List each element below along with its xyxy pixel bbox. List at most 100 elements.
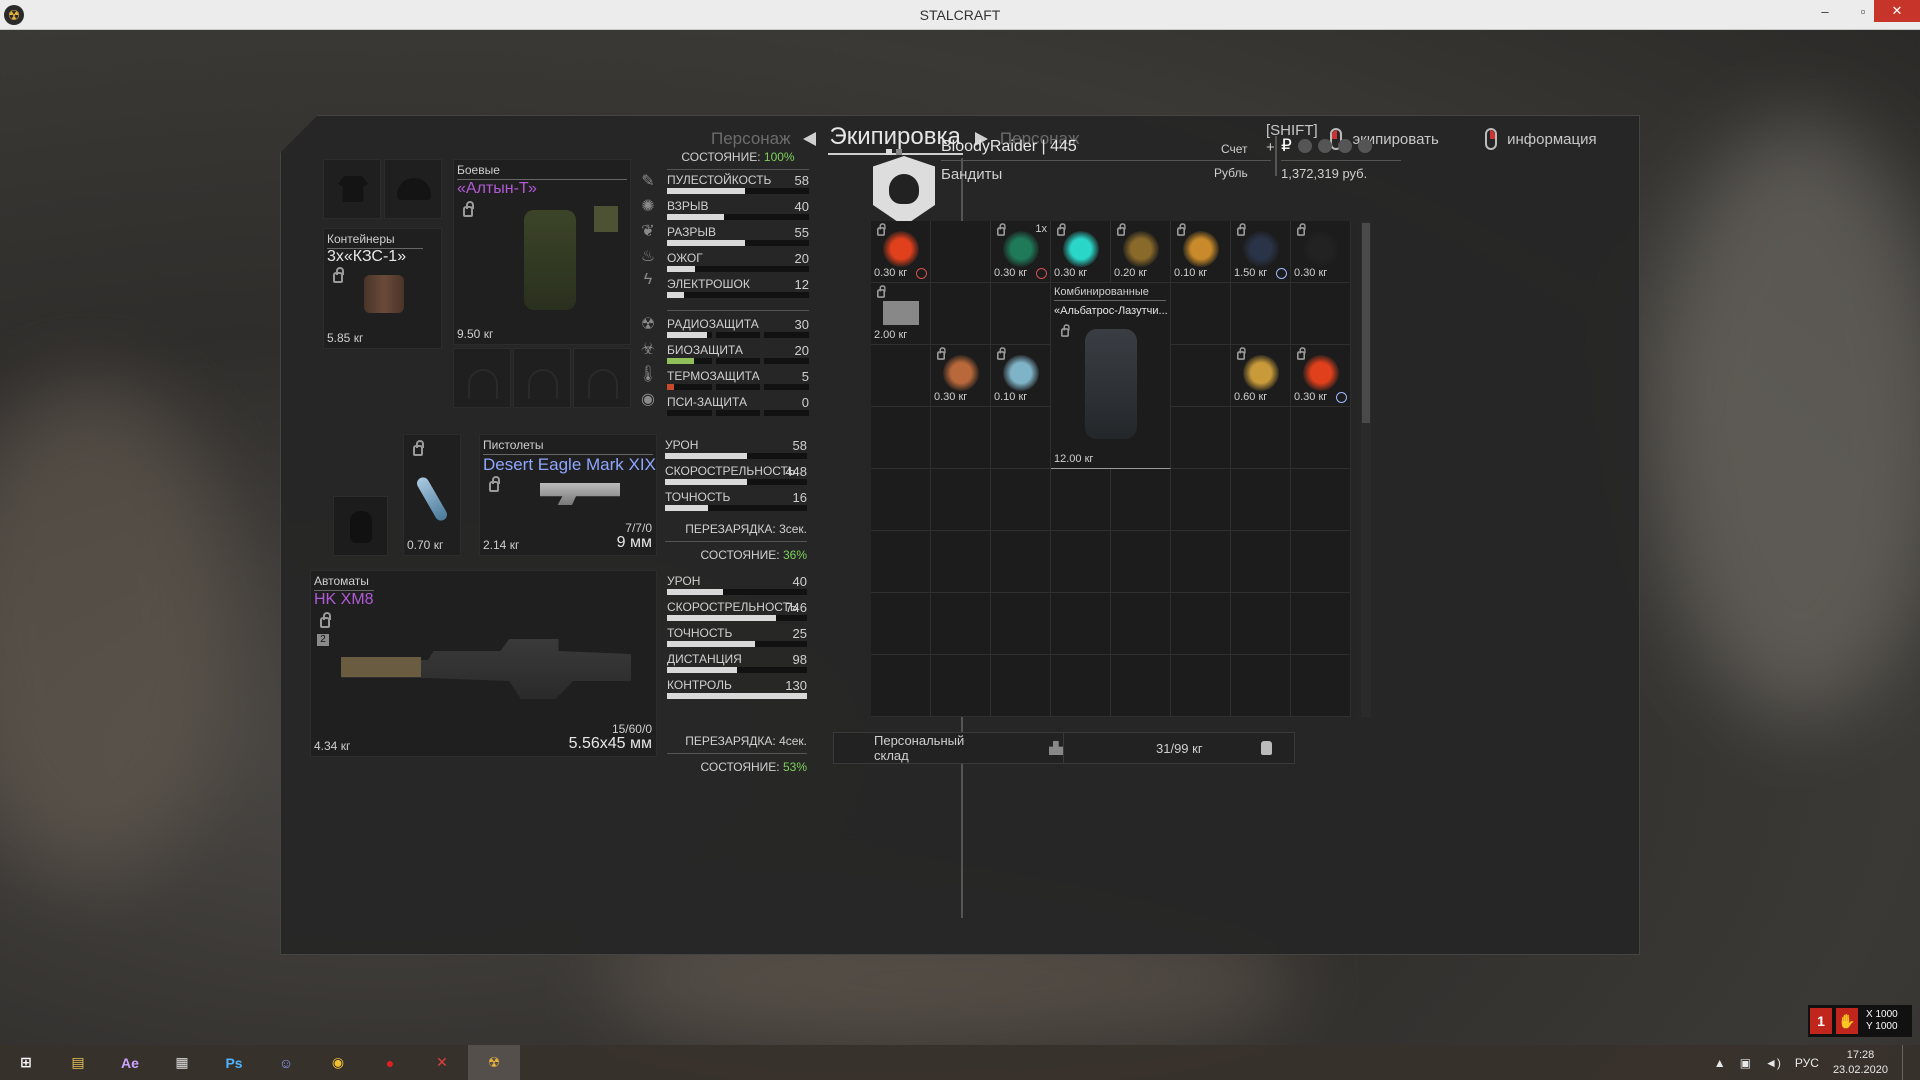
inventory-cell[interactable] bbox=[1051, 531, 1111, 593]
inventory-cell[interactable] bbox=[1231, 531, 1291, 593]
inventory-cell[interactable] bbox=[1051, 593, 1111, 655]
inventory-cell[interactable] bbox=[991, 407, 1051, 469]
inventory-cell[interactable] bbox=[931, 407, 991, 469]
explorer-taskbar-button[interactable]: ▤ bbox=[52, 1045, 104, 1080]
discord-taskbar-button[interactable]: ☺ bbox=[260, 1045, 312, 1080]
inventory-cell[interactable] bbox=[991, 469, 1051, 531]
inventory-cell[interactable] bbox=[1291, 531, 1351, 593]
recorder-taskbar-button[interactable]: ● bbox=[364, 1045, 416, 1080]
inventory-cell[interactable] bbox=[1231, 283, 1291, 345]
big-item-cell[interactable]: Комбинированные «Альбатрос-Лазутчи... 12.0… bbox=[1051, 283, 1171, 469]
show-desktop-button[interactable] bbox=[1902, 1045, 1908, 1080]
inventory-cell[interactable] bbox=[1291, 469, 1351, 531]
personal-storage-button[interactable]: Персональный склад bbox=[834, 733, 1064, 763]
pistol-slot[interactable]: Пистолеты Desert Eagle Mark XIX 2.14 кг … bbox=[479, 434, 657, 556]
inventory-cell[interactable] bbox=[1291, 407, 1351, 469]
inventory-cell[interactable]: 1.50 кг bbox=[1231, 221, 1291, 283]
inventory-cell[interactable] bbox=[1111, 655, 1171, 717]
inventory-cell[interactable]: 2.00 кг bbox=[871, 283, 931, 345]
shirt-slot[interactable] bbox=[323, 159, 381, 219]
inventory-cell[interactable]: 0.10 кг bbox=[991, 345, 1051, 407]
inventory-cell[interactable] bbox=[931, 469, 991, 531]
inventory-cell[interactable]: 0.30 кг 1x bbox=[991, 221, 1051, 283]
gear-currency-icon[interactable] bbox=[1317, 139, 1332, 153]
inventory-cell[interactable] bbox=[1291, 593, 1351, 655]
inventory-cell[interactable] bbox=[1111, 469, 1171, 531]
inventory-cell[interactable] bbox=[1171, 345, 1231, 407]
inventory-cell[interactable] bbox=[931, 283, 991, 345]
inventory-cell[interactable] bbox=[931, 221, 991, 283]
stat-name: УРОН bbox=[665, 438, 699, 452]
inventory-cell[interactable] bbox=[991, 655, 1051, 717]
inventory-cell[interactable] bbox=[991, 531, 1051, 593]
armor-slot[interactable]: Боевые «Алтын-Т» 9.50 кг bbox=[453, 159, 631, 345]
atom-currency-icon[interactable] bbox=[1337, 139, 1352, 153]
inventory-cell[interactable]: 0.10 кг bbox=[1171, 221, 1231, 283]
artifact-slot-2[interactable] bbox=[513, 348, 571, 408]
item-icon bbox=[1003, 355, 1039, 391]
inventory-cell[interactable]: 0.30 кг bbox=[1291, 345, 1351, 407]
volume-icon[interactable]: ◄) bbox=[1765, 1056, 1781, 1070]
skull-currency-icon[interactable] bbox=[1297, 139, 1312, 153]
inventory-cell[interactable] bbox=[871, 345, 931, 407]
inventory-cell[interactable] bbox=[1171, 469, 1231, 531]
inventory-cell[interactable] bbox=[1231, 593, 1291, 655]
inventory-cell[interactable]: 0.30 кг bbox=[1291, 221, 1351, 283]
inventory-cell[interactable]: 0.30 кг bbox=[871, 221, 931, 283]
inventory-cell[interactable] bbox=[1051, 655, 1111, 717]
inventory-cell[interactable] bbox=[1171, 593, 1231, 655]
inventory-cell[interactable] bbox=[1231, 655, 1291, 717]
inventory-cell[interactable] bbox=[1231, 407, 1291, 469]
scroll-thumb[interactable] bbox=[1362, 223, 1370, 423]
inventory-scrollbar[interactable] bbox=[1361, 221, 1371, 717]
inventory-cell[interactable] bbox=[1051, 469, 1111, 531]
inventory-cell[interactable] bbox=[871, 469, 931, 531]
inventory-cell[interactable] bbox=[991, 593, 1051, 655]
inventory-cell[interactable] bbox=[991, 283, 1051, 345]
inventory-cell[interactable] bbox=[1291, 283, 1351, 345]
inventory-cell[interactable] bbox=[871, 593, 931, 655]
inventory-cell[interactable] bbox=[1231, 469, 1291, 531]
minimize-button[interactable]: ‒ bbox=[1806, 0, 1844, 22]
inventory-cell[interactable] bbox=[931, 593, 991, 655]
helmet-slot[interactable] bbox=[384, 159, 442, 219]
inventory-cell[interactable] bbox=[1171, 407, 1231, 469]
inventory-cell[interactable] bbox=[871, 531, 931, 593]
inventory-cell[interactable] bbox=[931, 531, 991, 593]
inventory-cell[interactable] bbox=[1291, 655, 1351, 717]
inventory-cell[interactable]: 0.30 кг bbox=[1051, 221, 1111, 283]
rifle-slot[interactable]: Автоматы HK XM8 2 4.34 кг 15/60/0 5.56x4… bbox=[310, 570, 657, 757]
prev-arrow-icon[interactable] bbox=[802, 131, 816, 146]
melee-slot[interactable]: 0.70 кг bbox=[403, 434, 461, 556]
artifact-slot-1[interactable] bbox=[453, 348, 511, 408]
emblem-currency-icon[interactable] bbox=[1357, 139, 1372, 153]
inventory-cell[interactable]: 0.20 кг bbox=[1111, 221, 1171, 283]
stalcraft-taskbar-button[interactable]: ☢ bbox=[468, 1045, 520, 1080]
inventory-cell[interactable] bbox=[871, 655, 931, 717]
inventory-cell[interactable]: 0.30 кг bbox=[931, 345, 991, 407]
inventory-cell[interactable]: 0.60 кг bbox=[1231, 345, 1291, 407]
inventory-cell[interactable] bbox=[1171, 531, 1231, 593]
inventory-cell[interactable] bbox=[931, 655, 991, 717]
photoshop-taskbar-button[interactable]: Ps bbox=[208, 1045, 260, 1080]
inventory-cell[interactable] bbox=[1171, 283, 1231, 345]
tab-left[interactable]: Персонаж bbox=[711, 129, 791, 149]
inventory-cell[interactable] bbox=[1111, 531, 1171, 593]
artifact-slot-3[interactable] bbox=[573, 348, 631, 408]
network-icon[interactable]: ▣ bbox=[1740, 1056, 1751, 1070]
grenade-slot[interactable] bbox=[333, 496, 388, 556]
chrome-taskbar-button[interactable]: ◉ bbox=[312, 1045, 364, 1080]
after-effects-taskbar-button[interactable]: Ae bbox=[104, 1045, 156, 1080]
app-x-taskbar-button[interactable]: ✕ bbox=[416, 1045, 468, 1080]
inventory-cell[interactable] bbox=[1111, 593, 1171, 655]
tray-arrow-icon[interactable]: ▲ bbox=[1714, 1056, 1726, 1070]
inventory-cell[interactable] bbox=[871, 407, 931, 469]
containers-slot[interactable]: Контейнеры 3x«КЗС-1» 5.85 кг bbox=[323, 228, 442, 349]
clock[interactable]: 17:28 23.02.2020 bbox=[1833, 1048, 1888, 1078]
ruble-icon[interactable]: ₽ bbox=[1281, 136, 1292, 156]
inventory-cell[interactable] bbox=[1171, 655, 1231, 717]
start-taskbar-button[interactable]: ⊞ bbox=[0, 1045, 52, 1080]
language-indicator[interactable]: РУС bbox=[1795, 1056, 1819, 1070]
close-button[interactable]: ✕ bbox=[1874, 0, 1920, 22]
video-editor-taskbar-button[interactable]: ▦ bbox=[156, 1045, 208, 1080]
